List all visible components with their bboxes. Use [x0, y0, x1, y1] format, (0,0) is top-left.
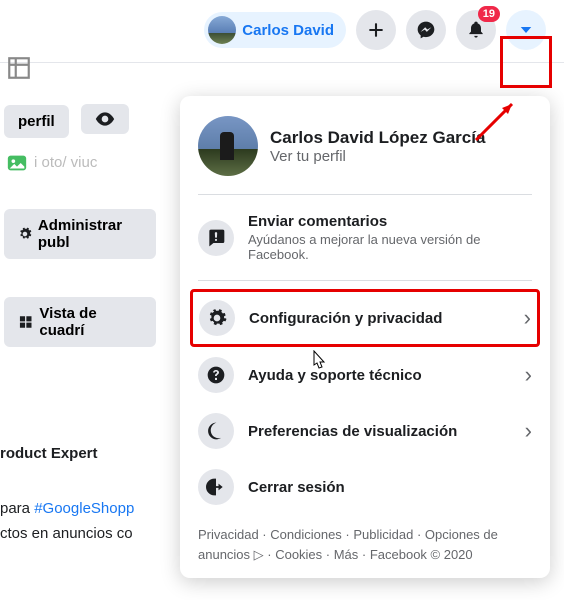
moon-icon [206, 421, 226, 441]
dropdown-footer: Privacidad · Condiciones · Publicidad · … [190, 515, 540, 564]
admin-label: Administrar publ [38, 217, 142, 251]
gear-icon [18, 226, 32, 242]
help-support-item[interactable]: Ayuda y soporte técnico › [190, 347, 540, 403]
messenger-icon [416, 20, 436, 40]
feedback-item[interactable]: Enviar comentarios Ayúdanos a mejorar la… [190, 203, 540, 272]
shopping-line1: para #GoogleShopp [0, 496, 160, 521]
chevron-right-icon: › [524, 305, 531, 331]
shopping-link[interactable]: #GoogleShopp [34, 500, 134, 517]
bell-icon [466, 20, 486, 40]
expert-label: roduct Expert [0, 441, 160, 466]
perfil-button[interactable]: perfil [4, 105, 69, 138]
settings-privacy-item[interactable]: Configuración y privacidad › [190, 289, 540, 347]
profile-name: Carlos David López García [270, 128, 485, 148]
question-icon [206, 365, 226, 385]
chevron-right-icon: › [525, 362, 532, 388]
perfil-label: perfil [18, 113, 55, 130]
notifications-button[interactable]: 19 [456, 10, 496, 50]
header-bar: Carlos David 19 [0, 0, 564, 63]
display-label: Preferencias de visualización [248, 423, 511, 440]
create-button[interactable] [356, 10, 396, 50]
profile-sub: Ver tu perfil [270, 148, 485, 165]
account-dropdown-menu: Carlos David López García Ver tu perfil … [180, 96, 550, 578]
help-icon-wrapper [198, 357, 234, 393]
feedback-title: Enviar comentarios [248, 213, 532, 230]
photo-icon [6, 152, 28, 174]
plus-icon [366, 20, 386, 40]
logout-label: Cerrar sesión [248, 479, 532, 496]
grid-view-button[interactable]: Vista de cuadrí [4, 297, 156, 347]
account-dropdown-button[interactable] [506, 10, 546, 50]
view-button[interactable] [81, 104, 129, 134]
foto-label: i oto/ viuc [34, 150, 97, 175]
feedback-sub: Ayúdanos a mejorar la nueva versión de F… [248, 232, 532, 262]
divider [198, 280, 532, 281]
shopping-line2: ctos en anuncios co [0, 521, 160, 546]
settings-icon-wrapper [199, 300, 235, 336]
display-icon-wrapper [198, 413, 234, 449]
logo-icon [6, 55, 34, 83]
user-name-label: Carlos David [242, 22, 334, 39]
speech-exclaim-icon [206, 228, 226, 248]
logout-item[interactable]: Cerrar sesión [190, 459, 540, 515]
feedback-icon-wrapper [198, 220, 234, 256]
display-preferences-item[interactable]: Preferencias de visualización › [190, 403, 540, 459]
logout-icon [206, 477, 226, 497]
avatar-icon [208, 16, 236, 44]
profile-link[interactable]: Carlos David López García Ver tu perfil [190, 106, 540, 186]
avatar-icon [198, 116, 258, 176]
chevron-down-icon [517, 21, 535, 39]
messenger-button[interactable] [406, 10, 446, 50]
logout-icon-wrapper [198, 469, 234, 505]
divider [198, 194, 532, 195]
settings-label: Configuración y privacidad [249, 310, 510, 327]
user-profile-pill[interactable]: Carlos David [204, 12, 346, 48]
notification-badge: 19 [478, 6, 500, 22]
help-label: Ayuda y soporte técnico [248, 367, 511, 384]
grid-icon [18, 314, 33, 330]
chevron-right-icon: › [525, 418, 532, 444]
eye-icon [95, 112, 115, 126]
gear-icon [207, 308, 227, 328]
left-partial-content: perfil i oto/ viuc Administrar publ Vist… [0, 100, 160, 576]
grid-label: Vista de cuadrí [39, 305, 142, 339]
admin-button[interactable]: Administrar publ [4, 209, 156, 259]
